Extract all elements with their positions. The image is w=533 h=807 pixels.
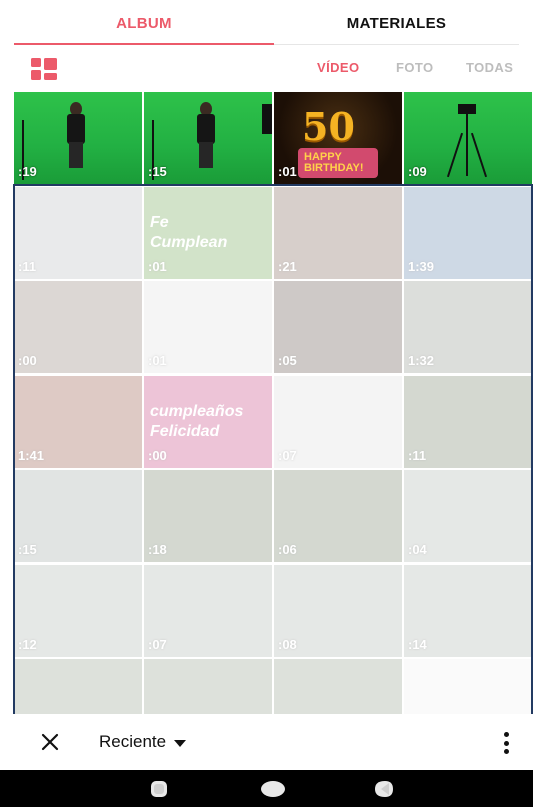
video-thumbnail[interactable] [274, 659, 402, 714]
video-thumbnail[interactable]: :07 [144, 564, 272, 657]
home-icon [261, 781, 285, 797]
video-thumbnail[interactable]: :18 [144, 470, 272, 562]
filter-todas[interactable]: TODAS [466, 60, 513, 75]
video-duration: :01 [148, 353, 167, 368]
tab-album[interactable]: ALBUM [14, 0, 274, 46]
video-duration: :11 [408, 447, 427, 463]
video-thumbnail[interactable]: Fe Cumplean :01 [144, 186, 272, 279]
bottom-bar: Reciente [0, 714, 533, 770]
layout-toggle-icon[interactable] [31, 58, 57, 80]
more-dot [503, 749, 509, 754]
video-duration: :11 [18, 258, 37, 274]
video-duration: 1:32 [408, 353, 435, 368]
back-nav-button[interactable] [372, 780, 394, 798]
more-vertical-icon [503, 732, 509, 737]
video-thumbnail[interactable]: 1:39 [404, 186, 532, 279]
video-duration: :09 [408, 164, 427, 179]
recents-nav-button[interactable] [148, 780, 170, 798]
video-duration: :08 [278, 636, 297, 652]
video-duration: :01 [148, 258, 167, 274]
video-thumbnail[interactable]: :12 [14, 564, 142, 657]
thumbnail-caption: Fe Cumplean [150, 213, 228, 251]
tab-materiales[interactable]: MATERIALES [274, 0, 519, 46]
video-thumbnail[interactable]: 1:41 [14, 375, 142, 468]
sort-dropdown[interactable]: Reciente [99, 732, 187, 752]
video-thumbnail[interactable] [404, 659, 532, 714]
more-options-button[interactable] [496, 730, 516, 756]
video-thumbnail[interactable]: 50 HAPPY BIRTHDAY!:01 [274, 92, 402, 184]
video-thumbnail[interactable]: :04 [404, 470, 532, 562]
video-thumbnail[interactable]: :06 [274, 470, 402, 562]
video-thumbnail[interactable]: :05 [274, 281, 402, 373]
video-duration: :01 [278, 164, 297, 179]
video-duration: :15 [18, 542, 37, 557]
video-duration: :19 [18, 164, 37, 179]
close-icon [41, 733, 59, 751]
video-duration: 1:39 [408, 258, 435, 274]
video-thumbnail[interactable]: :00 [14, 281, 142, 373]
video-thumbnail[interactable]: cumpleaños Felicidad :00 [144, 375, 272, 468]
video-duration: 1:41 [18, 447, 45, 463]
active-tab-indicator [14, 43, 274, 45]
video-duration: :18 [148, 542, 167, 557]
video-thumbnail[interactable]: :11 [404, 375, 532, 468]
video-thumbnail[interactable]: :01 [144, 281, 272, 373]
video-duration: :05 [278, 353, 297, 368]
video-duration: :12 [18, 636, 37, 652]
video-thumbnail[interactable]: :15 [144, 92, 272, 184]
video-thumbnail[interactable]: :09 [404, 92, 532, 184]
tab-divider [274, 44, 519, 45]
video-duration: :00 [148, 447, 167, 463]
video-duration: :06 [278, 542, 297, 557]
media-grid: :19 :15 50 HAPPY BIRTHDAY!:01 :09 :11 Fe Cumplea… [14, 92, 533, 714]
video-thumbnail[interactable] [144, 659, 272, 714]
back-icon [375, 781, 393, 797]
top-tabs: ALBUM MATERIALES [0, 0, 533, 46]
video-duration: :15 [148, 164, 167, 179]
video-thumbnail[interactable]: :14 [404, 564, 532, 657]
system-nav-bar [0, 770, 533, 807]
filter-foto[interactable]: FOTO [396, 60, 433, 75]
video-thumbnail[interactable]: :07 [274, 375, 402, 468]
video-duration: :07 [148, 636, 167, 652]
video-duration: :07 [278, 447, 297, 463]
more-dot [503, 740, 509, 746]
video-duration: :04 [408, 542, 427, 557]
chevron-down-icon [174, 739, 187, 747]
video-thumbnail[interactable]: 1:32 [404, 281, 532, 373]
video-thumbnail[interactable]: :15 [14, 470, 142, 562]
video-thumbnail[interactable]: :08 [274, 564, 402, 657]
video-thumbnail[interactable]: :21 [274, 186, 402, 279]
recents-icon [151, 781, 167, 797]
filter-video[interactable]: VÍDEO [317, 60, 359, 75]
sort-label: Reciente [99, 732, 167, 751]
video-duration: :21 [278, 258, 297, 274]
video-thumbnail[interactable]: :11 [14, 186, 142, 279]
close-button[interactable] [38, 730, 62, 754]
video-thumbnail[interactable]: :19 [14, 92, 142, 184]
video-duration: :00 [18, 353, 37, 368]
video-duration: :14 [408, 636, 427, 652]
thumbnail-caption: cumpleaños Felicidad [150, 402, 244, 440]
home-nav-button[interactable] [259, 780, 287, 798]
video-thumbnail[interactable] [14, 659, 142, 714]
media-filter-bar: VÍDEO FOTO TODAS [0, 46, 533, 92]
